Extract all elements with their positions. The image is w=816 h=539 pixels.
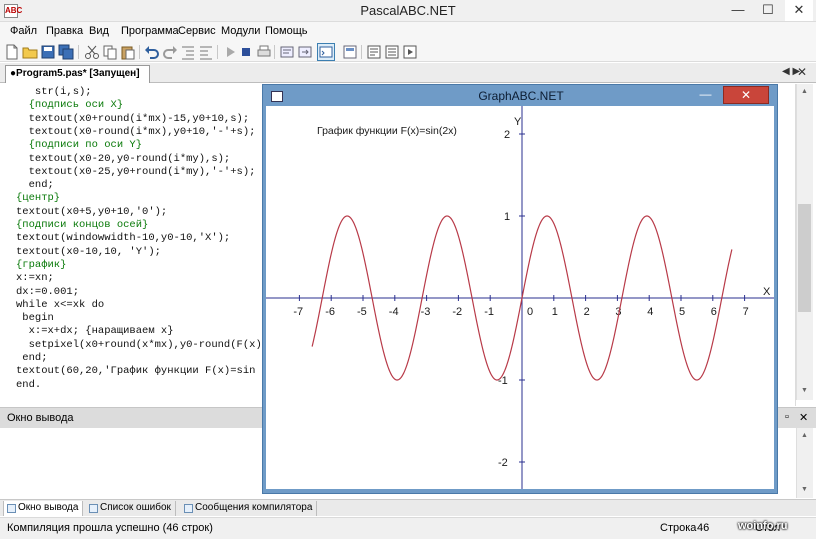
undo-icon[interactable] [144, 44, 160, 60]
x-axis-label: X [763, 286, 771, 298]
x-tick-label: -1 [484, 306, 494, 318]
output-scrollbar[interactable]: ▲ ▼ [796, 428, 813, 498]
editor-scrollbar[interactable]: ▲ ▼ [796, 84, 813, 400]
save-all-icon[interactable] [58, 44, 74, 60]
step-icon[interactable] [297, 44, 313, 60]
close-tab-icon[interactable]: ✕ [797, 65, 807, 79]
run-icon[interactable] [222, 44, 238, 60]
x-tick-label: -3 [421, 306, 431, 318]
menu-program[interactable]: Программа [121, 25, 179, 37]
graph-minimize-button[interactable]: — [693, 86, 718, 104]
x-tick-label: -6 [325, 306, 335, 318]
new-file-icon[interactable] [4, 44, 20, 60]
x-tick-label: 2 [584, 306, 590, 318]
origin-label: 0 [527, 306, 533, 318]
x-tick-label: -4 [389, 306, 399, 318]
redo-icon[interactable] [162, 44, 178, 60]
open-icon[interactable] [22, 44, 38, 60]
tab-compiler-messages[interactable]: Сообщения компилятора [181, 501, 318, 516]
scroll-down-icon[interactable]: ▼ [798, 483, 811, 496]
save-icon[interactable] [40, 44, 56, 60]
y-tick-label: -2 [498, 457, 508, 469]
x-tick-label: 6 [711, 306, 717, 318]
watermark: woinfo.ru [738, 520, 788, 532]
toolbar-separator [217, 45, 218, 59]
pin-icon[interactable]: ▫ [785, 411, 789, 423]
bottom-tab-bar: Окно вывода Список ошибок Сообщения комп… [0, 499, 816, 516]
close-button[interactable]: ✕ [785, 0, 813, 21]
run-ext-icon[interactable] [402, 44, 418, 60]
y-tick-label: 1 [504, 211, 510, 223]
x-tick-label: -2 [452, 306, 462, 318]
editor-tab-bar: ●Program5.pas* [Запущен] ◀ ▶ ✕ [0, 63, 816, 83]
x-tick-label: 1 [552, 306, 558, 318]
code-line[interactable]: textout(60,20,'График функции F(x)=sin [16, 364, 255, 379]
tab-label: Окно вывода [18, 502, 79, 513]
toolbar-separator [139, 45, 140, 59]
app-title: PascalABC.NET [360, 3, 456, 18]
x-tick-label: 4 [647, 306, 653, 318]
status-line-value: 46 [697, 522, 710, 534]
menu-edit[interactable]: Правка [46, 25, 83, 37]
toolbar-separator [361, 45, 362, 59]
menu-file[interactable]: Файл [10, 25, 37, 37]
menu-modules[interactable]: Модули [221, 25, 260, 37]
copy-icon[interactable] [102, 44, 118, 60]
x-tick-label: 5 [679, 306, 685, 318]
tab-error-list[interactable]: Список ошибок [86, 501, 176, 516]
form-icon[interactable] [342, 44, 358, 60]
output-tab-icon [7, 504, 16, 513]
toolbar [0, 42, 816, 62]
scroll-up-icon[interactable]: ▲ [798, 85, 811, 98]
tab-label: Список ошибок [100, 502, 171, 513]
compile-icon[interactable] [366, 44, 382, 60]
indent-icon[interactable] [180, 44, 196, 60]
menu-service[interactable]: Сервис [178, 25, 216, 37]
output-panel-title: Окно вывода [7, 412, 74, 424]
menu-view[interactable]: Вид [89, 25, 109, 37]
cut-icon[interactable] [84, 44, 100, 60]
y-axis-label: Y [514, 116, 522, 128]
x-tick-label: -5 [357, 306, 367, 318]
status-bar: Компиляция прошла успешно (46 строк) Стр… [0, 517, 816, 539]
menu-bar: Файл Правка Вид Программа Сервис Модули … [0, 22, 816, 42]
toolbar-separator [78, 45, 79, 59]
outdent-icon[interactable] [198, 44, 214, 60]
code-line[interactable]: end. [16, 378, 41, 393]
build-icon[interactable] [384, 44, 400, 60]
function-plot: -7 -6 -5 -4 -3 -2 -1 1 2 3 4 5 6 721-1-20XYГрафик фун… [266, 106, 774, 489]
scrollbar-thumb[interactable] [798, 204, 811, 312]
x-tick-label: -7 [293, 306, 303, 318]
output-window-icon[interactable] [317, 43, 335, 61]
stop-icon[interactable] [238, 44, 254, 60]
status-line-label: Строка [660, 522, 697, 534]
x-tick-label: 7 [743, 306, 749, 318]
code-line[interactable]: setpixel(x0+round(x*mx),y0-round(F(x) [16, 338, 262, 353]
scroll-down-icon[interactable]: ▼ [798, 384, 811, 397]
chart-title: График функции F(x)=sin(2x) [317, 125, 457, 137]
title-bar: ABC PascalABC.NET — ☐ ✕ [0, 0, 816, 22]
compiler-messages-icon [184, 504, 193, 513]
maximize-button[interactable]: ☐ [754, 0, 782, 21]
print-icon[interactable] [256, 44, 272, 60]
tab-label: Сообщения компилятора [195, 502, 313, 513]
editor-tab-program5[interactable]: ●Program5.pas* [Запущен] [5, 65, 150, 83]
minimize-button[interactable]: — [724, 0, 752, 21]
debug-icon[interactable] [279, 44, 295, 60]
status-message: Компиляция прошла успешно (46 строк) [7, 522, 213, 534]
scroll-up-icon[interactable]: ▲ [798, 429, 811, 442]
graph-close-button[interactable]: ✕ [723, 86, 769, 104]
y-tick-label: 2 [504, 129, 510, 141]
error-list-icon [89, 504, 98, 513]
output-close-icon[interactable]: ✕ [799, 411, 808, 424]
menu-help[interactable]: Помощь [265, 25, 308, 37]
graph-window: GraphABC.NET — ✕ -7 -6 -5 -4 -3 -2 -1 1 2 3 4 5 6 7 2 1… [262, 84, 778, 494]
paste-icon[interactable] [120, 44, 136, 60]
toolbar-separator [274, 45, 275, 59]
graph-canvas: -7 -6 -5 -4 -3 -2 -1 1 2 3 4 5 6 7 2 1 -1 -2 0 X Y График фун… [266, 106, 774, 489]
y-tick-label: -1 [498, 375, 508, 387]
tab-output-window[interactable]: Окно вывода [3, 501, 84, 516]
